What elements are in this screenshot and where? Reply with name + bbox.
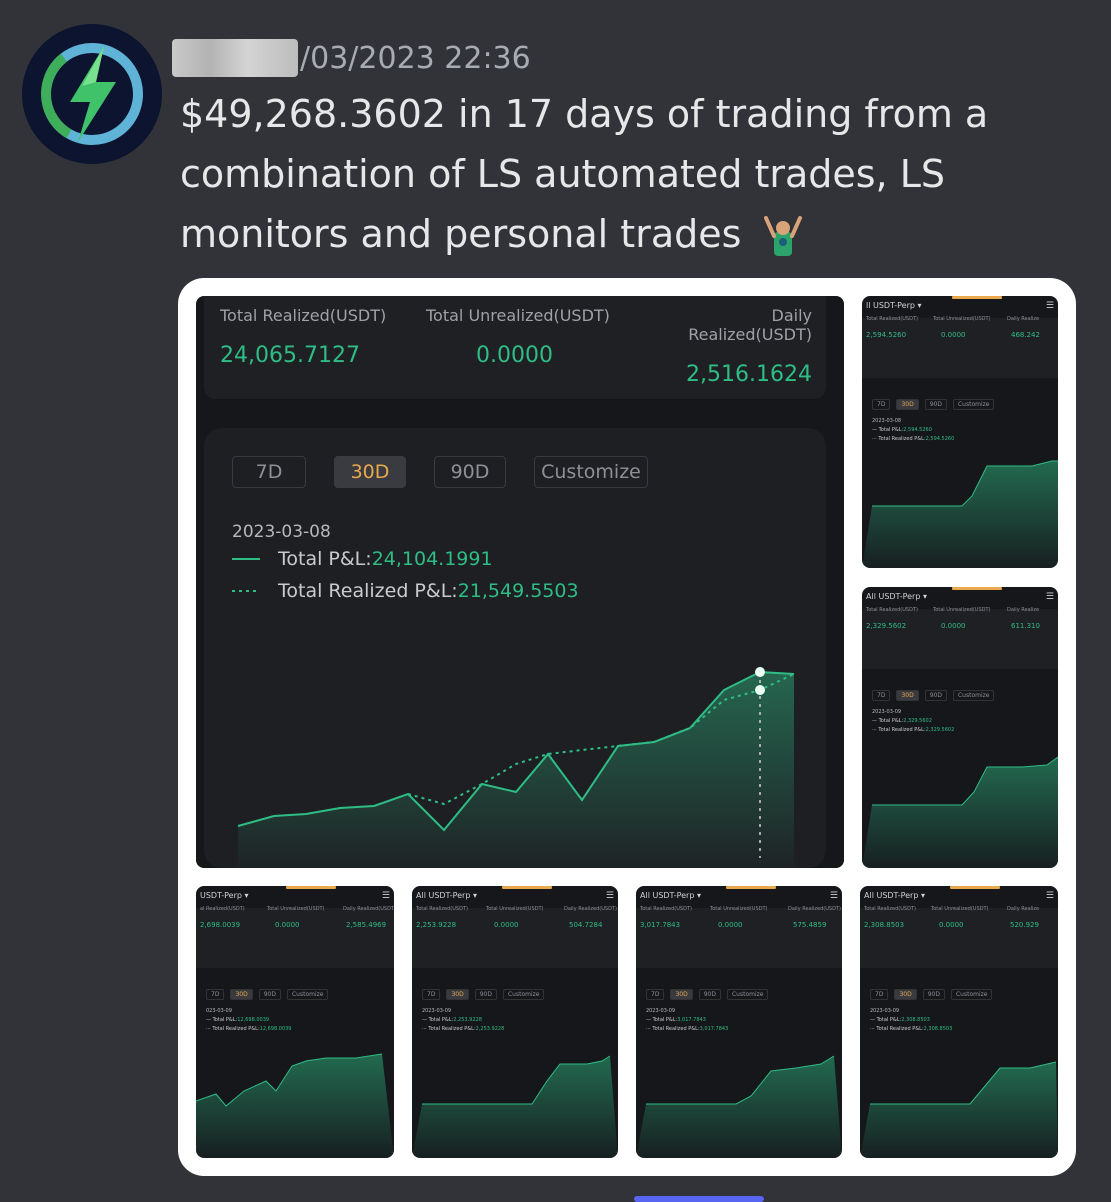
mini-screenshot-2[interactable]: All USDT-Perp ▾ ☰ Total Realized(USDT) T… xyxy=(862,587,1058,868)
mini-pnl-chart xyxy=(862,756,1058,868)
stat-value: 0.0000 xyxy=(476,343,553,368)
mini-screenshot-1[interactable]: ll USDT-Perp ▾ ☰ Total Realized(USDT) To… xyxy=(862,296,1058,568)
message-text: $49,268.3602 in 17 days of trading from … xyxy=(180,84,1080,264)
pnl-area xyxy=(238,672,794,868)
stat-total-realized: Total Realized(USDT) 24,065.7127 xyxy=(220,306,386,368)
crosshair-point-realized xyxy=(755,685,765,695)
stats-bar: Total Realized(USDT) 24,065.7127 Total U… xyxy=(204,296,826,399)
stat-label: Daily Realized(USDT) xyxy=(688,306,812,344)
stat-label: Total Unrealized(USDT) xyxy=(426,306,610,325)
message-body: $49,268.3602 in 17 days of trading from … xyxy=(180,92,989,256)
stat-value: 24,065.7127 xyxy=(220,343,360,368)
image-gallery[interactable]: Total Realized(USDT) 24,065.7127 Total U… xyxy=(178,278,1076,1176)
mini-pnl-area xyxy=(862,461,1058,568)
avatar[interactable] xyxy=(22,24,162,164)
mini-pnl-area xyxy=(860,1062,1058,1158)
stat-value: 2,516.1624 xyxy=(686,362,812,387)
mini-pnl-area xyxy=(862,757,1058,868)
main-pnl-screenshot[interactable]: Total Realized(USDT) 24,065.7127 Total U… xyxy=(196,296,844,868)
redacted-username xyxy=(172,39,298,77)
mini-pnl-chart xyxy=(862,460,1058,568)
crosshair-point-total xyxy=(755,667,765,677)
mini-pnl-chart xyxy=(636,1055,842,1158)
message-timestamp: /03/2023 22:36 xyxy=(172,38,531,78)
mini-screenshot-5[interactable]: All USDT-Perp ▾ ☰ Total Realized(USDT) T… xyxy=(636,886,842,1158)
mini-pnl-area xyxy=(636,1056,842,1158)
mini-pnl-area xyxy=(412,1056,618,1158)
raised-hands-person-emoji xyxy=(763,215,802,256)
pnl-chart-card: 7D 30D 90D Customize 2023-03-08 Total P&… xyxy=(204,428,826,868)
mini-pnl-chart xyxy=(860,1061,1058,1158)
mini-pnl-chart xyxy=(196,1053,394,1158)
mini-screenshot-6[interactable]: All USDT-Perp ▾ ☰ Total Realized(USDT) T… xyxy=(860,886,1058,1158)
pnl-line-chart xyxy=(237,667,795,868)
stat-total-unrealized: Total Unrealized(USDT) 0.0000 xyxy=(426,306,610,368)
timestamp-text: /03/2023 22:36 xyxy=(300,40,531,76)
stat-daily-realized: Daily Realized(USDT) 2,516.1624 xyxy=(648,306,812,387)
lightning-bolt-icon xyxy=(22,24,162,164)
mini-screenshot-4[interactable]: All USDT-Perp ▾ ☰ Total Realized(USDT) T… xyxy=(412,886,618,1158)
reaction-bar[interactable] xyxy=(634,1196,764,1202)
stat-label: Total Realized(USDT) xyxy=(220,306,387,325)
mini-pnl-chart xyxy=(412,1055,618,1158)
mini-screenshot-3[interactable]: USDT-Perp ▾ ☰ al Realized(USDT) Total Un… xyxy=(196,886,394,1158)
